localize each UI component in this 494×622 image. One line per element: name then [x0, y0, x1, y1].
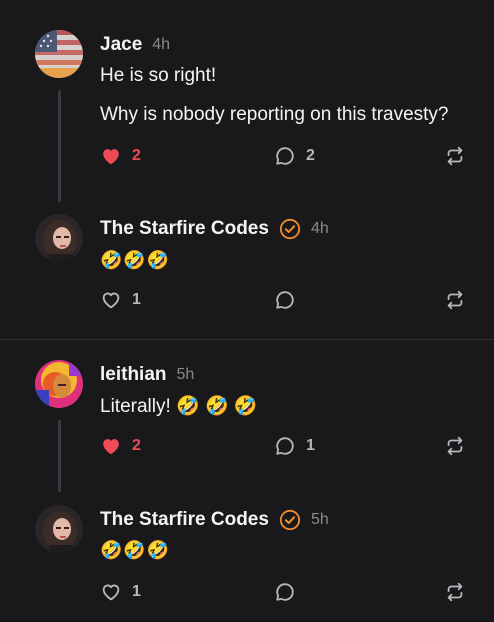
- post-starfire-2: The Starfire Codes 5h 🤣🤣🤣 1: [0, 490, 494, 622]
- post-jace: Jace 4h He is so right! Why is nobody re…: [0, 0, 494, 202]
- post-time[interactable]: 5h: [311, 511, 329, 529]
- like-button[interactable]: 2: [100, 145, 141, 167]
- post-time[interactable]: 5h: [177, 366, 195, 384]
- post-actions: 2 2: [100, 145, 470, 169]
- heart-icon: [102, 584, 120, 601]
- reply-icon: [276, 437, 294, 455]
- post-text-line: Literally! 🤣 🤣 🤣: [100, 396, 258, 417]
- post-time[interactable]: 4h: [311, 220, 329, 238]
- like-count: 2: [132, 437, 141, 454]
- post-actions: 2 1: [100, 435, 470, 459]
- repost-icon: [447, 290, 463, 310]
- repost-button[interactable]: [444, 435, 466, 457]
- reply-button[interactable]: 1: [274, 435, 315, 457]
- post-starfire-1: The Starfire Codes 4h 🤣🤣🤣 1: [0, 200, 494, 339]
- reply-button[interactable]: 2: [274, 145, 315, 167]
- like-button[interactable]: 1: [100, 289, 141, 311]
- reply-icon: [276, 583, 294, 601]
- like-count: 1: [132, 583, 141, 600]
- like-button[interactable]: 2: [100, 435, 141, 457]
- thread-line: [58, 420, 61, 492]
- like-count: 1: [132, 291, 141, 308]
- avatar-jace[interactable]: [35, 30, 83, 78]
- repost-button[interactable]: [444, 289, 466, 311]
- avatar-leithian[interactable]: [35, 360, 83, 408]
- repost-icon: [447, 436, 463, 456]
- avatar-starfire[interactable]: [35, 214, 83, 262]
- thread-line: [58, 90, 61, 202]
- reply-icon: [276, 147, 294, 165]
- post-leithian: leithian 5h Literally! 🤣 🤣 🤣 2 1: [0, 340, 494, 492]
- heart-icon: [102, 292, 120, 309]
- like-count: 2: [132, 147, 141, 164]
- repost-icon: [447, 582, 463, 602]
- reply-button[interactable]: [274, 581, 306, 603]
- heart-icon: [103, 149, 119, 165]
- repost-icon: [447, 146, 463, 166]
- reply-button[interactable]: [274, 289, 306, 311]
- reply-icon: [276, 291, 294, 309]
- author-name[interactable]: The Starfire Codes: [100, 509, 269, 531]
- post-time[interactable]: 4h: [152, 36, 170, 54]
- post-actions: 1: [100, 289, 470, 313]
- post-text-line: 🤣🤣🤣: [100, 540, 171, 560]
- verified-badge-icon: [279, 218, 301, 240]
- post-actions: 1: [100, 581, 470, 605]
- verified-badge-icon: [279, 509, 301, 531]
- author-name[interactable]: Jace: [100, 34, 142, 56]
- author-name[interactable]: The Starfire Codes: [100, 218, 269, 240]
- repost-button[interactable]: [444, 145, 466, 167]
- author-name[interactable]: leithian: [100, 364, 167, 386]
- heart-icon: [103, 439, 119, 455]
- post-text-line: 🤣🤣🤣: [100, 250, 171, 270]
- avatar-starfire[interactable]: [35, 505, 83, 553]
- reply-count: 2: [306, 147, 315, 164]
- like-button[interactable]: 1: [100, 581, 141, 603]
- post-text-line: He is so right!: [100, 65, 217, 86]
- reply-count: 1: [306, 437, 315, 454]
- repost-button[interactable]: [444, 581, 466, 603]
- post-text-line: Why is nobody reporting on this travesty…: [100, 104, 449, 125]
